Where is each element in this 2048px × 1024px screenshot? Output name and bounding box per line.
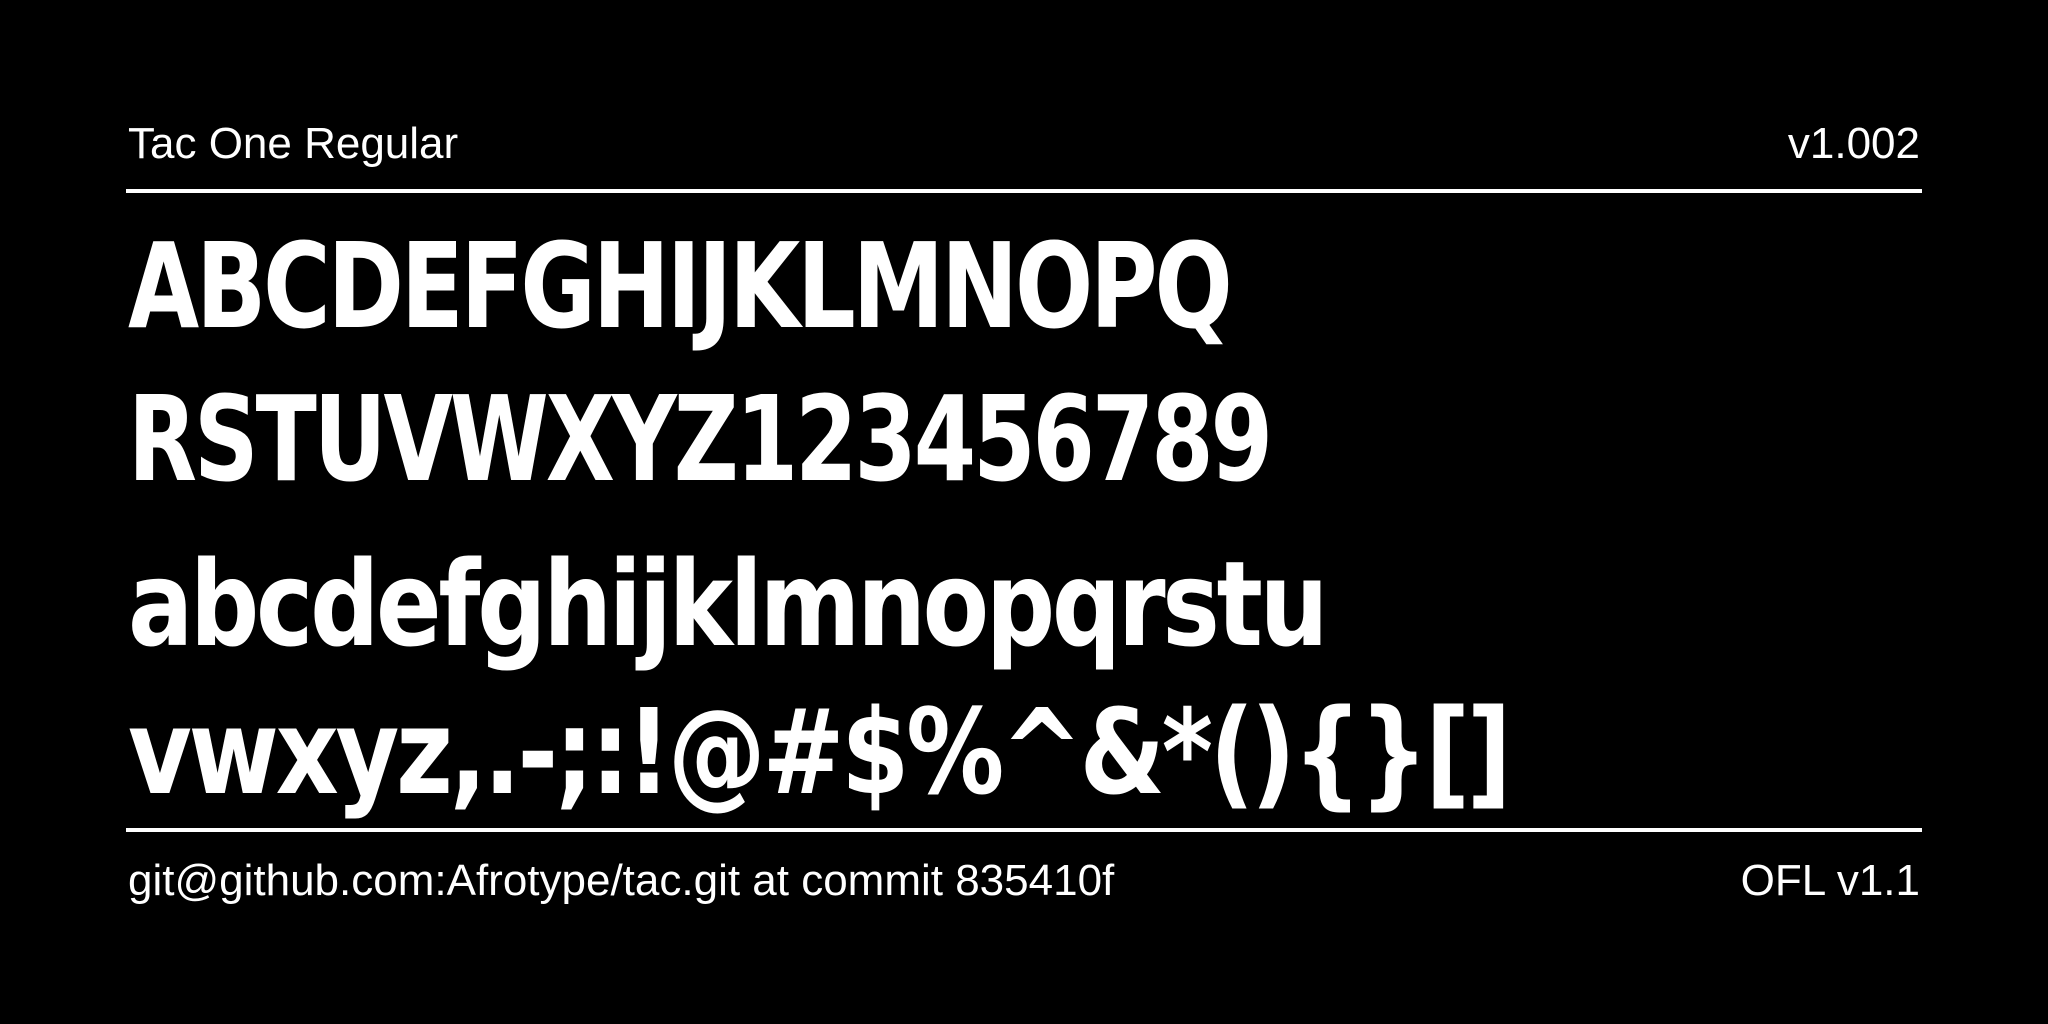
specimen-row-uppercase-a-q: ABCDEFGHIJKLMNOPQ <box>128 217 1233 355</box>
specimen-row-uppercase-r-z-digits: RSTUVWXYZ123456789 <box>128 370 1273 508</box>
font-name-title: Tac One Regular <box>128 119 459 168</box>
license-label: OFL v1.1 <box>1740 856 1920 905</box>
specimen-row-lowercase-v-z-symbols: vwxyz,.-;:!@#$%^&*(){}[] <box>128 683 1512 821</box>
specimen-row-lowercase-a-u: abcdefghijklmnopqrstu <box>128 535 1328 673</box>
bottom-divider <box>126 828 1922 832</box>
source-repository-text: git@github.com:Afrotype/tac.git at commi… <box>128 856 1115 905</box>
version-label: v1.002 <box>1787 119 1920 168</box>
top-divider <box>126 189 1922 193</box>
